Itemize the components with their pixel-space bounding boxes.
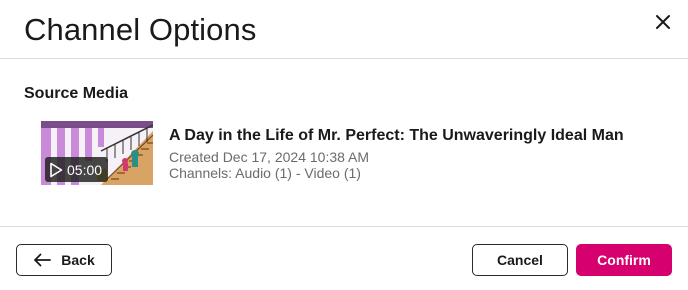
media-info: A Day in the Life of Mr. Perfect: The Un… [169, 127, 624, 181]
media-created: Created Dec 17, 2024 10:38 AM [169, 149, 370, 165]
duration-text: 05:00 [67, 161, 103, 178]
arrow-left-icon [34, 253, 52, 267]
back-button[interactable]: Back [16, 244, 112, 276]
channel-options-dialog: Channel Options Source Media 05:00 A Day… [0, 0, 688, 290]
dialog-title: Channel Options [24, 12, 257, 47]
dialog-footer: Back Cancel Confirm [0, 226, 688, 290]
section-title-source-media: Source Media [24, 85, 129, 102]
play-icon [50, 162, 63, 177]
media-title: A Day in the Life of Mr. Perfect: The Un… [169, 127, 624, 144]
media-channels: Channels: Audio (1) - Video (1) [169, 165, 361, 181]
close-icon [656, 15, 670, 29]
back-button-label: Back [61, 252, 95, 268]
duration-badge: 05:00 [45, 157, 109, 182]
source-media-item: 05:00 A Day in the Life of Mr. Perfect: … [41, 121, 661, 185]
close-button[interactable] [652, 11, 674, 33]
confirm-button[interactable]: Confirm [576, 244, 672, 276]
cancel-button[interactable]: Cancel [472, 244, 568, 276]
media-thumbnail[interactable]: 05:00 [41, 121, 153, 185]
dialog-header: Channel Options [0, 0, 688, 59]
